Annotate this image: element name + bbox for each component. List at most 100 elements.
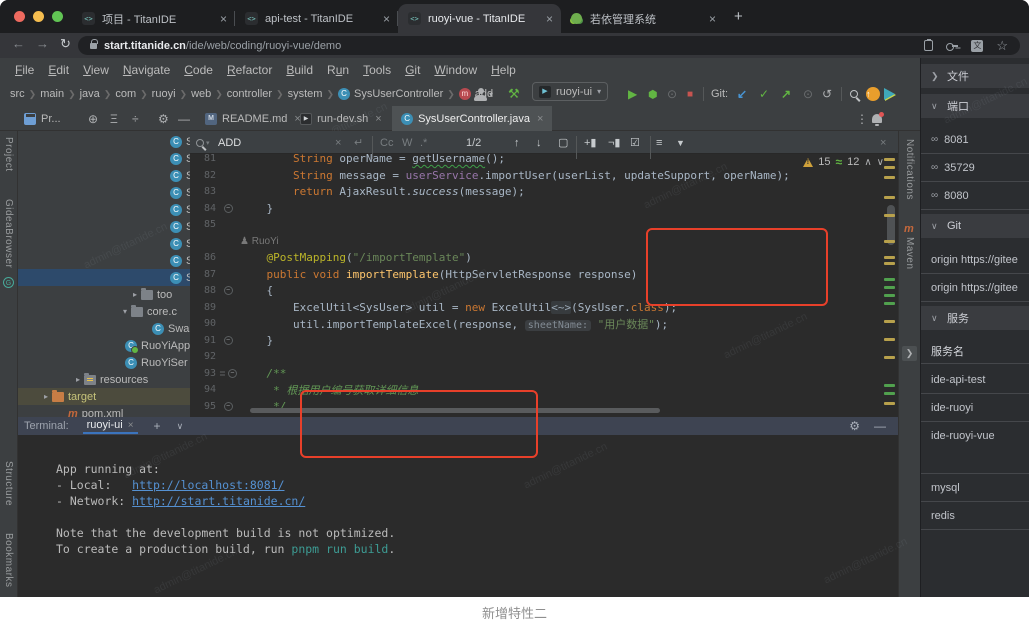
panel-section-端口[interactable]: ∨端口 [921, 94, 1029, 118]
fold-region-icon[interactable]: − [224, 204, 233, 213]
tree-item-s[interactable]: CS [18, 167, 190, 184]
notifications-bell-icon[interactable] [872, 106, 882, 131]
error-stripe-mark[interactable] [884, 176, 895, 179]
forward-button[interactable]: → [36, 36, 49, 51]
tree-item-s[interactable]: CS [18, 133, 190, 150]
error-stripe-mark[interactable] [884, 356, 895, 359]
close-tab-icon[interactable]: × [546, 12, 553, 26]
vertical-scrollbar[interactable] [887, 205, 895, 245]
panel-item-origin-https-gitee[interactable]: origin https://gitee [921, 246, 1029, 274]
tree-chevron-icon[interactable]: ▾ [119, 307, 131, 316]
fold-region-icon[interactable]: − [224, 336, 233, 345]
panel-section-服务[interactable]: ∨服务 [921, 306, 1029, 330]
panel-item-8080[interactable]: ∞8080 [921, 182, 1029, 210]
password-key-icon[interactable] [946, 40, 958, 52]
panel-item-redis[interactable]: redis [921, 502, 1029, 530]
new-terminal-button[interactable]: + [154, 419, 161, 433]
breadcrumb-segment[interactable]: controller [227, 88, 272, 100]
panel-section-Git[interactable]: ∨Git [921, 214, 1029, 238]
error-stripe-mark[interactable] [884, 402, 895, 405]
tree-item-s[interactable]: CS [18, 252, 190, 269]
tree-item-s[interactable]: CS [18, 235, 190, 252]
editor-tab[interactable]: ▶run-dev.sh× [291, 106, 391, 131]
menu-item-window[interactable]: Window [427, 63, 484, 77]
error-stripe-mark[interactable] [884, 320, 895, 323]
build-hammer-icon[interactable]: ⚒ [508, 82, 520, 106]
editor-tab[interactable]: CSysUserController.java× [392, 106, 552, 131]
search-query[interactable]: ADD [218, 131, 241, 154]
breadcrumb-segment[interactable]: main [40, 88, 64, 100]
reload-button[interactable]: ↻ [60, 36, 71, 52]
git-commit-check-icon[interactable]: ✓ [759, 82, 769, 106]
tree-item-ruoyiapp[interactable]: CRuoYiApp [18, 337, 190, 354]
menu-item-tools[interactable]: Tools [356, 63, 398, 77]
error-stripe-mark[interactable] [884, 166, 895, 169]
menu-item-refactor[interactable]: Refactor [220, 63, 279, 77]
debug-bug-icon[interactable]: ⬢ [648, 82, 658, 106]
close-editor-tab-icon[interactable]: × [537, 113, 543, 125]
newline-search-icon[interactable]: ↵ [354, 131, 363, 154]
project-view-selector[interactable]: Pr... [24, 106, 61, 131]
prev-match-icon[interactable]: ↑ [514, 131, 520, 154]
profile-menu-button[interactable]: ▾ [474, 82, 493, 106]
menu-item-git[interactable]: Git [398, 63, 427, 77]
tree-item-ruoyiser[interactable]: CRuoYiSer [18, 354, 190, 371]
tree-chevron-icon[interactable]: ▸ [129, 290, 141, 299]
whole-words-toggle[interactable]: W [402, 131, 412, 154]
error-stripe-mark[interactable] [884, 240, 895, 243]
regex-toggle[interactable]: .* [420, 131, 427, 154]
menu-item-build[interactable]: Build [279, 63, 320, 77]
tree-item-s[interactable]: CS [18, 269, 190, 286]
close-window-button[interactable] [14, 11, 25, 22]
panel-item-35729[interactable]: ∞35729 [921, 154, 1029, 182]
panel-section-文件[interactable]: ❯文件 [921, 64, 1029, 88]
breadcrumb[interactable]: src❯main❯java❯com❯ruoyi❯web❯controller❯s… [10, 82, 493, 106]
close-tab-icon[interactable]: × [709, 12, 716, 26]
terminal-link[interactable]: http://localhost:8081/ [132, 478, 284, 492]
close-tab-icon[interactable]: × [383, 12, 390, 26]
terminal-output[interactable]: App running at:- Local: http://localhost… [18, 435, 898, 597]
next-problem-icon[interactable]: ∨ [877, 157, 884, 168]
history-clock-icon[interactable]: ⊙ [803, 82, 813, 106]
tree-item-swa[interactable]: CSwa [18, 320, 190, 337]
address-bar[interactable]: start.titanide.cn /ide/web/coding/ruoyi-… [78, 36, 1020, 55]
tree-item-s[interactable]: CS [18, 201, 190, 218]
error-stripe-mark[interactable] [884, 158, 895, 161]
expand-settings-icon[interactable]: ÷ [132, 106, 139, 131]
reading-list-icon[interactable] [924, 40, 933, 51]
search-icon[interactable]: ▾ [196, 131, 210, 154]
filter-icon[interactable]: ▼ [676, 131, 685, 154]
new-tab-button[interactable]: + [734, 8, 743, 25]
close-terminal-tab-icon[interactable]: × [128, 420, 134, 431]
menu-item-file[interactable]: File [8, 63, 41, 77]
error-stripe-mark[interactable] [884, 256, 895, 259]
tree-chevron-icon[interactable]: ▸ [72, 375, 84, 384]
minimize-terminal-icon[interactable]: — [874, 419, 886, 433]
breadcrumb-segment[interactable]: src [10, 88, 25, 100]
stripe-item-notifications[interactable]: Notifications [904, 139, 915, 200]
close-tab-icon[interactable]: × [220, 12, 227, 26]
panel-item-origin-https-gitee[interactable]: origin https://gitee [921, 274, 1029, 302]
menu-item-view[interactable]: View [76, 63, 116, 77]
chevron-down-icon[interactable]: ∨ [931, 221, 939, 232]
error-stripe-mark[interactable] [884, 214, 895, 217]
error-stripe-mark[interactable] [884, 262, 895, 265]
tree-item-s[interactable]: CS [18, 218, 190, 235]
menu-item-code[interactable]: Code [177, 63, 220, 77]
panel-item-8081[interactable]: ∞8081 [921, 126, 1029, 154]
browser-tab[interactable]: 若依管理系统× [561, 4, 724, 33]
more-options-icon[interactable]: ⋮ [856, 106, 868, 131]
minimize-window-button[interactable] [33, 11, 44, 22]
error-stripe-mark[interactable] [884, 196, 895, 199]
terminal-tab-ruoyi-ui[interactable]: ruoyi-ui× [83, 418, 138, 434]
chevron-down-icon[interactable]: ∨ [931, 313, 939, 324]
error-stripe-mark[interactable] [884, 278, 895, 281]
stripe-item-maven[interactable]: Maven [904, 237, 915, 270]
panel-item-ide-ruoyi-vue[interactable]: ide-ruoyi-vue [921, 422, 1029, 474]
tree-chevron-icon[interactable]: ▸ [40, 392, 52, 401]
lock-icon[interactable] [90, 43, 97, 49]
git-push-icon[interactable]: ↗ [781, 82, 791, 106]
match-case-toggle[interactable]: Cc [380, 131, 393, 154]
breadcrumb-segment[interactable]: ruoyi [152, 88, 176, 100]
error-stripe-mark[interactable] [884, 294, 895, 297]
